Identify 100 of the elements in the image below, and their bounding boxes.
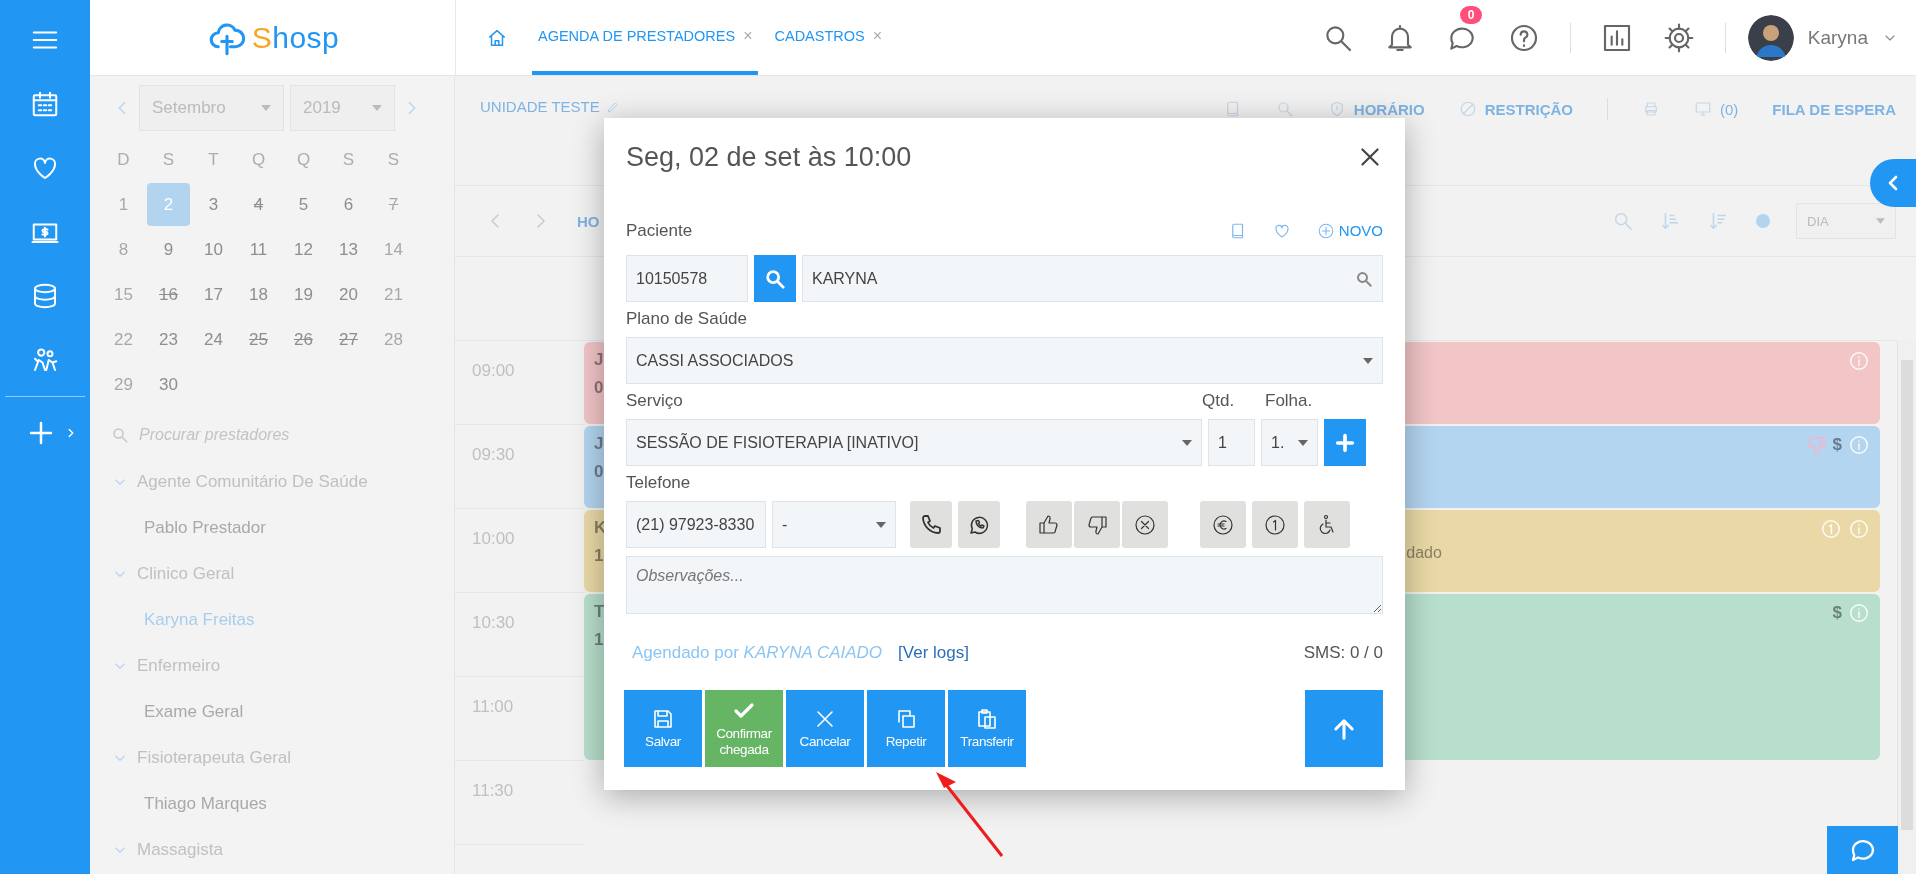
new-link[interactable]: NOVO: [1316, 221, 1383, 240]
calendar-day[interactable]: 4: [237, 183, 280, 226]
calendar-day[interactable]: 15: [102, 273, 145, 316]
avatar[interactable]: [1747, 14, 1794, 61]
service-select[interactable]: SESSÃO DE FISIOTERAPIA [INATIVO]: [626, 419, 1202, 466]
save-button[interactable]: Salvar: [624, 690, 702, 767]
calendar-day[interactable]: 10: [192, 228, 235, 271]
calendar-day[interactable]: 6: [327, 183, 370, 226]
calendar-day[interactable]: 21: [372, 273, 415, 316]
calendar-day[interactable]: 3: [192, 183, 235, 226]
appointment-status: dado: [1406, 544, 1442, 562]
tree-item[interactable]: Pablo Prestador: [111, 505, 266, 551]
caret-icon: [1298, 439, 1308, 446]
call-button[interactable]: [910, 501, 952, 548]
caret-icon: [876, 521, 886, 528]
calendar-day[interactable]: 23: [147, 318, 190, 361]
tree-item[interactable]: Karyna Freitas: [111, 597, 255, 643]
caret-icon: [1876, 218, 1885, 224]
transfer-button[interactable]: Transferir: [948, 690, 1026, 767]
calendar-day[interactable]: 1: [102, 183, 145, 226]
dollar-sign: $: [1832, 603, 1842, 623]
cancel-button[interactable]: Cancelar: [786, 690, 864, 767]
calendar-day[interactable]: 27: [327, 318, 370, 361]
search-button[interactable]: [754, 255, 796, 302]
tree-item[interactable]: Thiago Marques: [111, 781, 267, 827]
calendar-day[interactable]: 12: [282, 228, 325, 271]
notes-field[interactable]: Observações...: [626, 556, 1383, 614]
patient-field[interactable]: KARYNA: [802, 255, 1383, 302]
field-label: Plano de Saúde: [626, 308, 747, 329]
calendar-day[interactable]: 24: [192, 318, 235, 361]
repeat-button[interactable]: Repetir: [867, 690, 945, 767]
calendar-day[interactable]: 28: [372, 318, 415, 361]
chat-button[interactable]: [1827, 826, 1898, 874]
plus-icon: [1334, 431, 1356, 454]
quantity-field[interactable]: 1: [1208, 419, 1255, 466]
appointment-time: 0: [594, 378, 604, 398]
thumbs-up-icon: [1037, 512, 1061, 537]
phone-field[interactable]: (21) 97923-8330: [626, 501, 766, 548]
field-label: Serviço: [626, 390, 684, 411]
code-field[interactable]: 10150578: [626, 255, 748, 302]
calendar-day[interactable]: 22: [102, 318, 145, 361]
weekday-label: D: [116, 148, 131, 171]
calendar-day[interactable]: 9: [147, 228, 190, 271]
dialog-title: Seg, 02 de set às 10:00: [626, 141, 912, 173]
info-icon: [1848, 350, 1870, 372]
logs-link[interactable]: [Ver logs]: [898, 643, 969, 663]
settings-icon[interactable]: [1662, 21, 1695, 54]
dislike-button[interactable]: [1074, 501, 1120, 548]
weekday-label: Q: [250, 148, 267, 171]
dot-icon[interactable]: [1756, 214, 1770, 228]
add-button[interactable]: [1324, 419, 1366, 466]
calendar-day[interactable]: 14: [372, 228, 415, 271]
plan-select[interactable]: CASSI ASSOCIADOS: [626, 337, 1383, 384]
calendar-day[interactable]: 16: [147, 273, 190, 316]
phone-icon: [919, 512, 943, 537]
calendar-day[interactable]: 11: [237, 228, 280, 271]
scroll-top-button[interactable]: [1305, 690, 1383, 767]
first-visit-button[interactable]: [1252, 501, 1298, 548]
tab[interactable]: CADASTROS ×: [768, 0, 889, 75]
payment-button[interactable]: [1200, 501, 1246, 548]
calendar-day[interactable]: 8: [102, 228, 145, 271]
close-icon[interactable]: ×: [743, 26, 753, 45]
calendar-day[interactable]: 13: [327, 228, 370, 271]
restriction-link[interactable]: RESTRIÇÃO: [1484, 100, 1573, 118]
accessibility-button[interactable]: [1304, 501, 1350, 548]
calendar-day[interactable]: 7: [372, 183, 415, 226]
like-button[interactable]: [1026, 501, 1072, 548]
calendar-day[interactable]: 2: [147, 183, 190, 226]
calendar-icon[interactable]: [30, 89, 60, 119]
appointment-title: J: [594, 350, 604, 370]
calendar-day[interactable]: 17: [192, 273, 235, 316]
confirm-button[interactable]: Confirmar chegada: [705, 690, 783, 767]
calendar-day[interactable]: 29: [102, 363, 145, 406]
collapse-button[interactable]: [1870, 159, 1916, 207]
calendar-day[interactable]: 26: [282, 318, 325, 361]
whatsapp-button[interactable]: [958, 501, 1000, 548]
tree-item[interactable]: Exame Geral: [111, 689, 244, 735]
appointment-title: J: [594, 434, 604, 454]
search-icon: [111, 426, 129, 444]
number-circle-icon: [1820, 518, 1842, 540]
info-icon: [1848, 434, 1870, 456]
schedule-link[interactable]: HORÁRIO: [1353, 100, 1425, 118]
phone-type-select[interactable]: -: [772, 501, 896, 548]
calendar-day[interactable]: 30: [147, 363, 190, 406]
weekday-label: S: [386, 148, 401, 171]
calendar-day[interactable]: 20: [327, 273, 370, 316]
field-label: Qtd.: [1202, 390, 1236, 411]
unit-name[interactable]: UNIDADE TESTE: [480, 98, 600, 115]
scheduled-by-text: Agendado por KARYNA CAIADO: [632, 643, 883, 663]
close-icon[interactable]: ×: [872, 26, 883, 45]
tab[interactable]: AGENDA DE PRESTADORES ×: [532, 0, 759, 75]
no-show-button[interactable]: [1122, 501, 1168, 548]
sheet-select[interactable]: 1.: [1261, 419, 1318, 466]
queue-link[interactable]: FILA DE ESPERA: [1772, 100, 1896, 118]
info-icon: [1848, 518, 1870, 540]
calendar-day[interactable]: 19: [282, 273, 325, 316]
calendar-day[interactable]: 5: [282, 183, 325, 226]
calendar-day[interactable]: 25: [237, 318, 280, 361]
user-name[interactable]: Karyna: [1807, 26, 1868, 49]
calendar-day[interactable]: 18: [237, 273, 280, 316]
